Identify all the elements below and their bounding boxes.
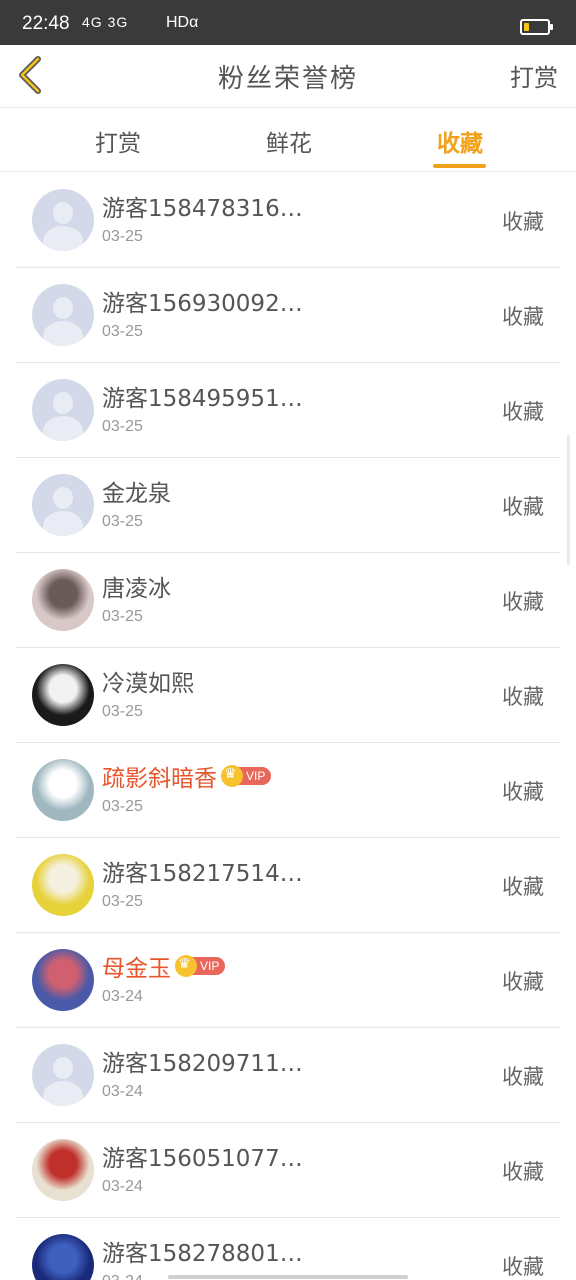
home-indicator[interactable] — [168, 1275, 408, 1279]
user-name: 游客156930092… — [102, 284, 303, 318]
user-name-text: 游客158209711… — [102, 1051, 303, 1077]
user-name: 游客158209711… — [102, 1044, 303, 1078]
date-label: 03-25 — [102, 228, 143, 245]
vip-badge: VIP — [175, 955, 226, 977]
date-label: 03-24 — [102, 1273, 143, 1280]
tab-favorites[interactable]: 收藏 — [410, 124, 510, 158]
tab-reward[interactable]: 打赏 — [68, 124, 168, 158]
anime-girl-avatar[interactable] — [32, 569, 94, 631]
nav-bar: 粉丝荣誉榜 打赏 — [0, 45, 576, 108]
vertical-scrollbar[interactable] — [567, 435, 570, 565]
default-avatar-icon[interactable] — [32, 379, 94, 441]
colorful-photo-avatar[interactable] — [32, 949, 94, 1011]
action-label: 收藏 — [502, 495, 544, 519]
list-item[interactable]: 游客156051077… 03-24 收藏 — [16, 1123, 560, 1218]
action-label: 收藏 — [502, 305, 544, 329]
list-item[interactable]: 冷漠如熙 03-25 收藏 — [16, 648, 560, 743]
default-avatar-icon[interactable] — [32, 189, 94, 251]
action-label: 收藏 — [502, 780, 544, 804]
list-item[interactable]: 唐凌冰 03-25 收藏 — [16, 553, 560, 648]
crown-icon — [175, 955, 197, 977]
user-name: 游客158278801… — [102, 1234, 303, 1268]
signal-icon: 4G 3G — [82, 14, 129, 30]
girl-flowers-avatar[interactable] — [32, 854, 94, 916]
user-name-text: 游客156930092… — [102, 291, 303, 317]
action-label: 收藏 — [502, 400, 544, 424]
user-name: 游客158478316… — [102, 189, 303, 223]
user-name: 游客156051077… — [102, 1139, 303, 1173]
date-label: 03-24 — [102, 1178, 143, 1195]
action-label: 收藏 — [502, 1160, 544, 1184]
battery-icon — [520, 19, 553, 35]
action-label: 收藏 — [502, 590, 544, 614]
user-name: 唐凌冰 — [102, 569, 171, 603]
date-label: 03-25 — [102, 323, 143, 340]
user-name-text: 母金玉 — [102, 956, 171, 982]
list-item[interactable]: 游客158278801… 03-24 收藏 — [16, 1218, 560, 1280]
default-avatar-icon[interactable] — [32, 284, 94, 346]
tab-bar: 打赏 鲜花 收藏 — [0, 108, 576, 172]
date-label: 03-24 — [102, 988, 143, 1005]
list-item[interactable]: 金龙泉 03-25 收藏 — [16, 458, 560, 553]
date-label: 03-25 — [102, 608, 143, 625]
list-item[interactable]: 游客158209711… 03-24 收藏 — [16, 1028, 560, 1123]
list-item[interactable]: 游客156930092… 03-25 收藏 — [16, 268, 560, 363]
anime-white-hair-avatar[interactable] — [32, 664, 94, 726]
date-label: 03-25 — [102, 418, 143, 435]
default-avatar-icon[interactable] — [32, 474, 94, 536]
tab-flowers[interactable]: 鲜花 — [239, 124, 339, 158]
cartoon-panda-avatar[interactable] — [32, 759, 94, 821]
user-name-text: 唐凌冰 — [102, 576, 171, 602]
list-item[interactable]: 游客158217514… 03-25 收藏 — [16, 838, 560, 933]
user-name: 游客158217514… — [102, 854, 303, 888]
action-label: 收藏 — [502, 1065, 544, 1089]
starry-sky-avatar[interactable] — [32, 1234, 94, 1280]
date-label: 03-24 — [102, 1083, 143, 1100]
page-title: 粉丝荣誉榜 — [217, 64, 358, 94]
crown-icon — [221, 765, 243, 787]
user-name-text: 游客158217514… — [102, 861, 303, 887]
action-label: 收藏 — [502, 685, 544, 709]
user-name: 冷漠如熙 — [102, 664, 194, 698]
date-label: 03-25 — [102, 798, 143, 815]
vip-badge: VIP — [221, 765, 272, 787]
list-item[interactable]: 母金玉VIP 03-24 收藏 — [16, 933, 560, 1028]
person-red-avatar[interactable] — [32, 1139, 94, 1201]
fan-list: 游客158478316… 03-25 收藏 游客156930092… 03-25 收藏 游客… — [16, 173, 560, 1280]
user-name-text: 游客156051077… — [102, 1146, 303, 1172]
active-tab-indicator — [433, 164, 486, 168]
user-name: 疏影斜暗香VIP — [102, 759, 272, 793]
user-name: 金龙泉 — [102, 474, 171, 508]
list-item[interactable]: 游客158478316… 03-25 收藏 — [16, 173, 560, 268]
user-name: 游客158495951… — [102, 379, 303, 413]
user-name-text: 游客158478316… — [102, 196, 303, 222]
date-label: 03-25 — [102, 703, 143, 720]
user-name-text: 金龙泉 — [102, 481, 171, 507]
wifi-hd-icon: HDα — [166, 14, 199, 31]
user-name-text: 冷漠如熙 — [102, 671, 194, 697]
user-name: 母金玉VIP — [102, 949, 226, 983]
default-avatar-icon[interactable] — [32, 1044, 94, 1106]
reward-button[interactable]: 打赏 — [510, 58, 558, 93]
user-name-text: 游客158278801… — [102, 1241, 303, 1267]
list-item[interactable]: 疏影斜暗香VIP 03-25 收藏 — [16, 743, 560, 838]
user-name-text: 游客158495951… — [102, 386, 303, 412]
action-label: 收藏 — [502, 1255, 544, 1279]
action-label: 收藏 — [502, 210, 544, 234]
action-label: 收藏 — [502, 970, 544, 994]
date-label: 03-25 — [102, 893, 143, 910]
list-item[interactable]: 游客158495951… 03-25 收藏 — [16, 363, 560, 458]
date-label: 03-25 — [102, 513, 143, 530]
status-time: 22:48 — [22, 13, 70, 34]
status-bar: 22:48 4G 3G HDα — [0, 0, 576, 45]
user-name-text: 疏影斜暗香 — [102, 766, 217, 792]
action-label: 收藏 — [502, 875, 544, 899]
